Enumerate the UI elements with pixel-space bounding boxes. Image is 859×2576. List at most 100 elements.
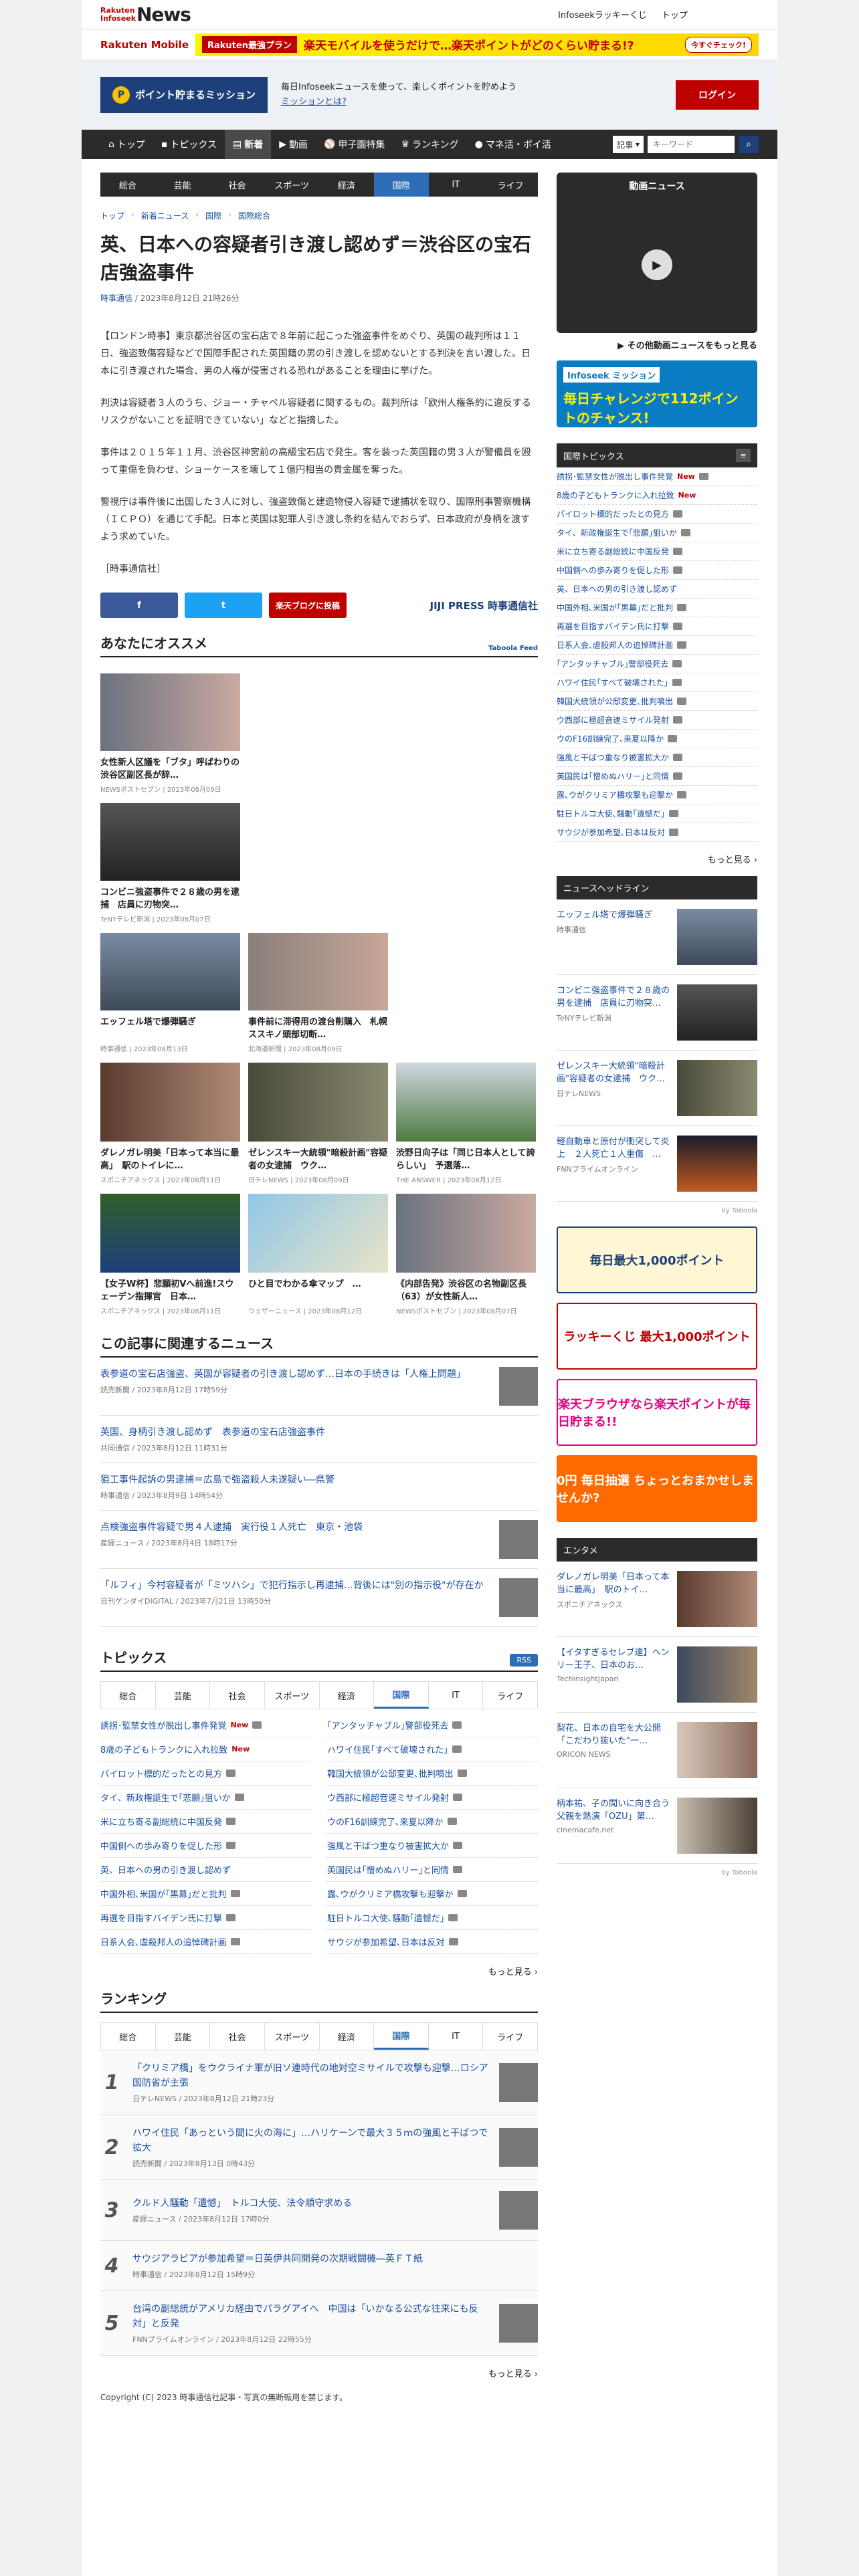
zero-yen-ad[interactable]: 0円 毎日抽選 ちょっとおまかせしませんか? [557,1455,757,1522]
nav-video[interactable]: ▶ 動画 [271,130,316,159]
recommend-card[interactable]: 事件前に滞得用の渡台削購入 札幌ススキノ頭部切断… 北海道新聞 | 2023年08… [248,933,388,1053]
search-type-select[interactable]: 記事 ▾ [613,136,644,153]
intl-more-link[interactable]: もっと見る › [557,853,757,865]
intl-topic-item[interactable]: タイ、新政権誕生で｢悲願｣狙いか [557,524,757,542]
nav-new[interactable]: ▤ 新着 [224,130,272,159]
article-source[interactable]: 時事通信 [100,294,132,303]
entertainment-item[interactable]: 梨花、日本の自宅を大公開「こだわり抜いた"一… ORICON NEWS [557,1713,757,1788]
lucky-kuji-link[interactable]: Infoseekラッキーくじ [558,8,647,21]
headline-item[interactable]: コンビニ強盗事件で２８歳の男を逮捕 店員に刃物突… TeNYテレビ新潟 [557,975,757,1051]
login-button[interactable]: ログイン [676,80,759,110]
topic-item[interactable]: 駐日トルコ大使､騒動｢遺憾だ｣ [327,1906,538,1930]
intl-topic-item[interactable]: ハワイ住民｢すべて破壊された｣ [557,673,757,692]
intl-topic-item[interactable]: 韓国大統領が公邸変更､批判噴出 [557,692,757,711]
promo-strip[interactable]: Rakuten最強プラン 楽天モバイルを使うだけで…楽天ポイントがどのくらい貯ま… [195,33,759,56]
intl-topic-item[interactable]: 中国側への歩み寄りを促した形 [557,561,757,580]
topic-item[interactable]: ハワイ住民｢すべて破壊された｣ [327,1737,538,1761]
search-input[interactable] [648,136,735,153]
recommend-card[interactable]: 渋野日向子は「同じ日本人として誇らしい」 予選落… THE ANSWER | 20… [396,1063,536,1184]
intl-topic-item[interactable]: 日系人会､虐殺邦人の追悼碑計画 [557,636,757,655]
topic-item[interactable]: タイ、新政権誕生で｢悲願｣狙いか [100,1786,311,1810]
topic-item[interactable]: 中国外相､米国が｢黒幕｣だと批判 [100,1882,311,1906]
headline-item[interactable]: ゼレンスキー大統領"暗殺計画"容疑者の女逮捕 ウク… 日テレNEWS [557,1051,757,1126]
topic-item[interactable]: パイロット標的だったとの見方 [100,1761,311,1786]
topic-item[interactable]: 露､ウがクリミア橋攻撃も迎撃か [327,1882,538,1906]
subnav-it[interactable]: IT [429,173,484,197]
facebook-share-button[interactable]: f [100,593,178,618]
subnav-economy[interactable]: 経済 [319,173,374,197]
subnav-society[interactable]: 社会 [210,173,265,197]
taboola-credit[interactable]: by Taboola [557,1207,757,1214]
ranking-item[interactable]: 4 サウジアラビアが参加希望＝日英伊共同開発の次期戦闘機―英ＦＴ紙 時事通信 / 2… [100,2241,538,2291]
intl-topic-item[interactable]: パイロット標的だったとの見方 [557,505,757,524]
lucky-kuji-ad[interactable]: 毎日最大1,000ポイント [557,1226,757,1293]
topic-item[interactable]: 中国側への歩み寄りを促した形 [100,1834,311,1858]
ranking-tab-society[interactable]: 社会 [210,2023,265,2050]
rss-icon[interactable]: ≡ [736,449,751,462]
topic-item[interactable]: ウ西部に極超音速ミサイル発射 [327,1786,538,1810]
intl-topic-item[interactable]: 英、日本への男の引き渡し認めず [557,580,757,599]
recommend-card[interactable]: コンビニ強盗事件で２８歳の男を逮捕 店員に刃物突… TeNYテレビ新潟 | 202… [100,803,240,924]
topic-item[interactable]: 誘拐･監禁女性が脱出し事件発覚 New [100,1713,311,1737]
intl-topic-item[interactable]: ｢アンタッチャブル｣警部役死去 [557,655,757,673]
headline-item[interactable]: 軽自動車と原付が衝突して炎上 ２人死亡１人重傷 … FNNプライムオンライン [557,1126,757,1202]
intl-topic-item[interactable]: サウジが参加希望､日本は反対 [557,823,757,842]
intl-topic-item[interactable]: 強風と干ばつ重なり被害拡大か [557,748,757,767]
topics-tab-international[interactable]: 国際 [374,1682,429,1709]
top-link[interactable]: トップ [662,8,688,21]
nav-topics[interactable]: ▪ トピックス [153,130,225,159]
topic-item[interactable]: サウジが参加希望､日本は反対 [327,1930,538,1954]
recommend-card[interactable]: ゼレンスキー大統領"暗殺計画"容疑者の女逮捕 ウク… 日テレNEWS | 2023… [248,1063,388,1184]
headline-item[interactable]: エッフェル塔で爆弾騒ぎ 時事通信 [557,899,757,975]
ranking-tab-general[interactable]: 総合 [101,2023,156,2050]
topic-item[interactable]: 米に立ち寄る副総統に中国反発 [100,1810,311,1834]
topic-item[interactable]: 8歳の子どもトランクに入れ拉致 New [100,1737,311,1761]
ranking-item[interactable]: 2 ハワイ住民「あっという間に火の海に」…ハリケーンで最大３５ｍの強風と干ばつで拡… [100,2115,538,2180]
breadcrumb-international-general[interactable]: 国際総合 [238,210,270,221]
topics-tab-sports[interactable]: スポーツ [265,1682,320,1709]
topics-tab-entertainment[interactable]: 芸能 [156,1682,211,1709]
intl-topic-item[interactable]: 英国民は｢憎めぬハリー｣と同情 [557,767,757,786]
topics-tab-economy[interactable]: 経済 [320,1682,375,1709]
mission-label[interactable]: P ポイント貯まるミッション [100,76,268,113]
ranking-tab-it[interactable]: IT [429,2023,484,2050]
topic-item[interactable]: 英、日本への男の引き渡し認めず [100,1858,311,1882]
breadcrumb-new[interactable]: 新着ニュース [141,210,189,221]
topics-tab-it[interactable]: IT [429,1682,484,1709]
nav-top[interactable]: ⌂ トップ [100,130,153,159]
topics-tab-life[interactable]: ライフ [483,1682,537,1709]
taboola-credit[interactable]: by Taboola [557,1869,757,1876]
topic-item[interactable]: 強風と干ばつ重なり被害拡大か [327,1834,538,1858]
breadcrumb-international[interactable]: 国際 [205,210,221,221]
intl-topic-item[interactable]: ウ西部に極超音速ミサイル発射 [557,711,757,730]
nav-money[interactable]: ● マネ活・ポイ活 [467,130,559,159]
mission-ad[interactable]: Infoseek ミッション 毎日チャレンジで112ポイントのチャンス! [557,360,757,427]
related-item[interactable]: 狙工事件起訴の男逮捕＝広島で強盗殺人未遂疑い―県警 時事通信 / 2023年8月9… [100,1463,538,1511]
twitter-share-button[interactable]: t [185,593,262,618]
related-item[interactable]: 英国、身柄引き渡し認めず 表参道の宝石店強盗事件 共同通信 / 2023年8月12… [100,1416,538,1463]
promo-banner[interactable]: Rakuten Mobile Rakuten最強プラン 楽天モバイルを使うだけで… [82,29,777,60]
topic-item[interactable]: 日系人会､虐殺邦人の追悼碑計画 [100,1930,311,1954]
subnav-sports[interactable]: スポーツ [264,173,319,197]
subnav-life[interactable]: ライフ [483,173,538,197]
nav-ranking[interactable]: ♛ ランキング [393,130,466,159]
topic-item[interactable]: ウのF16訓練完了､来夏以降か [327,1810,538,1834]
recommend-card[interactable]: 【女子W杯】悲願初Vへ前進!スウェーデン指揮官 日本… スポニチアネックス | 2… [100,1194,240,1315]
ranking-tab-life[interactable]: ライフ [483,2023,537,2050]
intl-topic-item[interactable]: 中国外相､米国が｢黒幕｣だと批判 [557,599,757,617]
ranking-item[interactable]: 3 クルド人騒動「遺憾」 トルコ大使、法令順守求める 産経ニュース / 2023年8… [100,2180,538,2241]
mission-about-link[interactable]: ミッションとは? [281,97,347,107]
related-item[interactable]: 表参道の宝石店強盗、英国が容疑者の引き渡し認めず…日本の手続きは「人権上問題」読… [100,1358,538,1416]
related-item[interactable]: 点検強盗事件容疑で男４人逮捕 実行役１人死亡 東京・池袋 産経ニュース / 202… [100,1511,538,1569]
recommend-card[interactable]: ダレノガレ明美「日本って本当に最高」 駅のトイレに… スポニチアネックス | 20… [100,1063,240,1184]
entertainment-item[interactable]: 柄本祐、子の間いに向き合う父親を熱演「OZU」第… cinemacafe.net [557,1788,757,1864]
video-more-link[interactable]: ▶ その他動画ニュースをもっと見る [557,338,757,351]
recommend-card[interactable]: ひと目でわかる傘マップ … ウェザーニュース | 2023年08月12日 [248,1194,388,1315]
rakuten-blog-button[interactable]: 楽天ブログに投稿 [269,593,347,618]
video-player[interactable]: ▶ [559,199,755,330]
topics-tab-society[interactable]: 社会 [210,1682,265,1709]
topics-more-link[interactable]: もっと見る › [100,1965,538,1977]
recommend-card[interactable]: 女性新人区議を「ブタ」呼ばわりの渋谷区副区長が辞… NEWSポストセブン | 20… [100,673,240,794]
topic-item[interactable]: ｢アンタッチャブル｣警部役死去 [327,1713,538,1737]
play-icon[interactable]: ▶ [642,249,672,280]
